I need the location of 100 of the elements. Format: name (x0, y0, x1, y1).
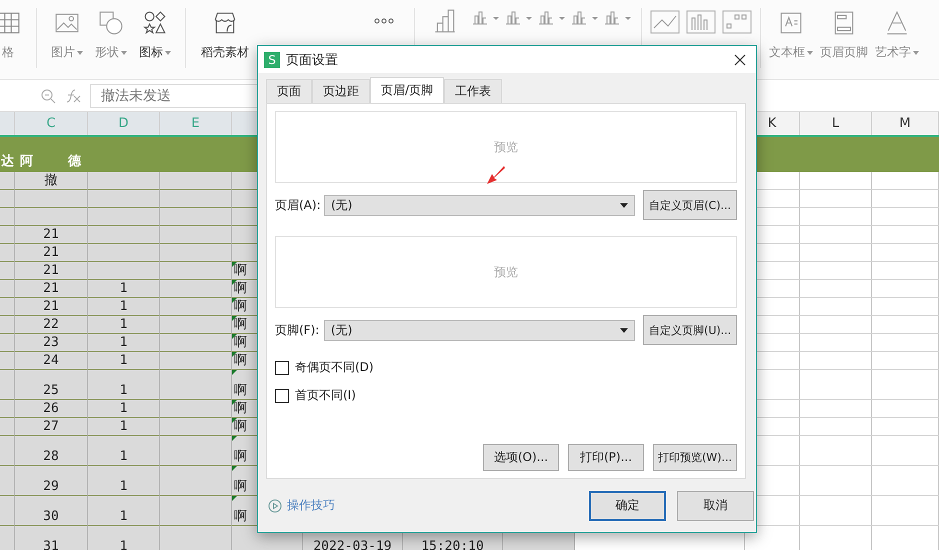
pointer-arrow (486, 165, 506, 185)
dropdown-icon (620, 202, 628, 208)
action-button[interactable]: 打印(P)... (568, 444, 644, 471)
tab[interactable]: 页边距 (312, 79, 370, 103)
custom-header-button[interactable]: 自定义页眉(C)... (643, 190, 737, 220)
chart-type-icon[interactable] (603, 10, 633, 26)
toolbar-button[interactable]: 图标 (133, 0, 177, 61)
table-cell (0, 316, 15, 334)
icons-icon (142, 10, 168, 36)
table-cell (872, 436, 939, 466)
table-cell (0, 496, 15, 526)
table-cell (0, 370, 15, 400)
table-cell (800, 316, 872, 334)
table-cell: 1 (88, 400, 160, 418)
action-button[interactable]: 打印预览(W)... (653, 444, 737, 471)
app-logo: S (264, 52, 280, 68)
zoom-icon[interactable] (40, 88, 56, 104)
action-button[interactable]: 选项(O)... (483, 444, 559, 471)
table-cell (872, 466, 939, 496)
checkbox-label[interactable]: 奇偶页不同(D) (295, 359, 374, 376)
tips-link[interactable]: 操作技巧 (287, 497, 335, 514)
table-cell (0, 352, 15, 370)
column-header[interactable]: L (800, 112, 872, 135)
table-cell (872, 172, 939, 190)
column-chart-icon[interactable] (686, 10, 716, 34)
table-cell: 1 (88, 496, 160, 526)
win-loss-icon[interactable] (722, 10, 752, 34)
table-cell: 25 (15, 370, 88, 400)
cell-text: 啊 (233, 263, 247, 279)
tab[interactable]: 页面 (266, 79, 312, 103)
cancel-button[interactable]: 取消 (677, 490, 754, 520)
table-cell (872, 298, 939, 316)
dropdown-icon (620, 328, 628, 332)
table-cell: 28 (15, 436, 88, 466)
table-cell (800, 190, 872, 208)
table-cell (872, 334, 939, 352)
table-cell (800, 466, 872, 496)
tab[interactable]: 页眉/页脚 (370, 77, 444, 103)
table-cell (0, 466, 15, 496)
table-cell (872, 418, 939, 436)
chart-type-icon[interactable] (471, 10, 501, 26)
title-text: 阿 (20, 153, 33, 170)
table-cell: 24 (15, 352, 88, 370)
table-cell: 30 (15, 496, 88, 526)
table-cell: 1 (88, 370, 160, 400)
cell-text: 啊 (233, 401, 247, 417)
table-cell (872, 352, 939, 370)
field-label: 页眉(A): (275, 196, 320, 214)
table-cell: 27 (15, 418, 88, 436)
table-cell (88, 226, 160, 244)
table-cell: 1 (88, 526, 160, 550)
table-icon (0, 10, 21, 36)
toolbar-button[interactable]: 稻壳素材 (194, 0, 256, 61)
shop-icon (212, 10, 238, 36)
chart-type-icon[interactable] (537, 10, 567, 26)
table-cell (0, 208, 15, 226)
table-cell (800, 208, 872, 226)
table-cell (872, 496, 939, 526)
checkbox[interactable] (275, 388, 289, 402)
table-cell (0, 436, 15, 466)
header-select[interactable]: (无) (324, 194, 636, 216)
table-cell (88, 172, 160, 190)
table-cell: 21 (15, 226, 88, 244)
ok-button[interactable]: 确定 (589, 490, 666, 520)
cell-text: 啊 (233, 299, 247, 315)
table-cell (800, 334, 872, 352)
field-label: 页脚(F): (275, 322, 320, 338)
table-cell: 21 (15, 262, 88, 280)
table-cell (872, 370, 939, 400)
footer-select[interactable]: (无) (324, 320, 636, 340)
close-icon[interactable] (734, 54, 746, 66)
table-cell (872, 190, 939, 208)
tab[interactable]: 工作表 (444, 79, 502, 103)
table-cell (0, 226, 15, 244)
table-cell (88, 262, 160, 280)
checkbox-label[interactable]: 首页不同(I) (295, 387, 356, 404)
line-chart-icon[interactable] (650, 10, 680, 34)
table-cell (0, 400, 15, 418)
function-icon[interactable] (64, 88, 82, 104)
chart-type-icon[interactable] (504, 10, 534, 26)
dialog-title: 页面设置 (286, 52, 339, 68)
column-header[interactable]: M (872, 112, 939, 135)
table-cell (800, 418, 872, 436)
table-cell: 撤 (15, 172, 88, 190)
table-cell (0, 418, 15, 436)
table-cell (0, 298, 15, 316)
textbox-icon (778, 10, 804, 36)
custom-footer-button[interactable]: 自定义页脚(U)... (643, 315, 737, 345)
table-cell (800, 262, 872, 280)
table-cell: 22 (15, 316, 88, 334)
table-cell (800, 496, 872, 526)
play-icon (268, 498, 282, 512)
table-cell (0, 334, 15, 352)
table-cell (0, 280, 15, 298)
toolbar-button[interactable]: 形状 (89, 0, 133, 61)
table-cell (800, 436, 872, 466)
cell-text: 啊 (233, 317, 247, 333)
cell-text: 啊 (233, 281, 247, 297)
chart-type-icon[interactable] (570, 10, 600, 26)
checkbox[interactable] (275, 360, 289, 374)
